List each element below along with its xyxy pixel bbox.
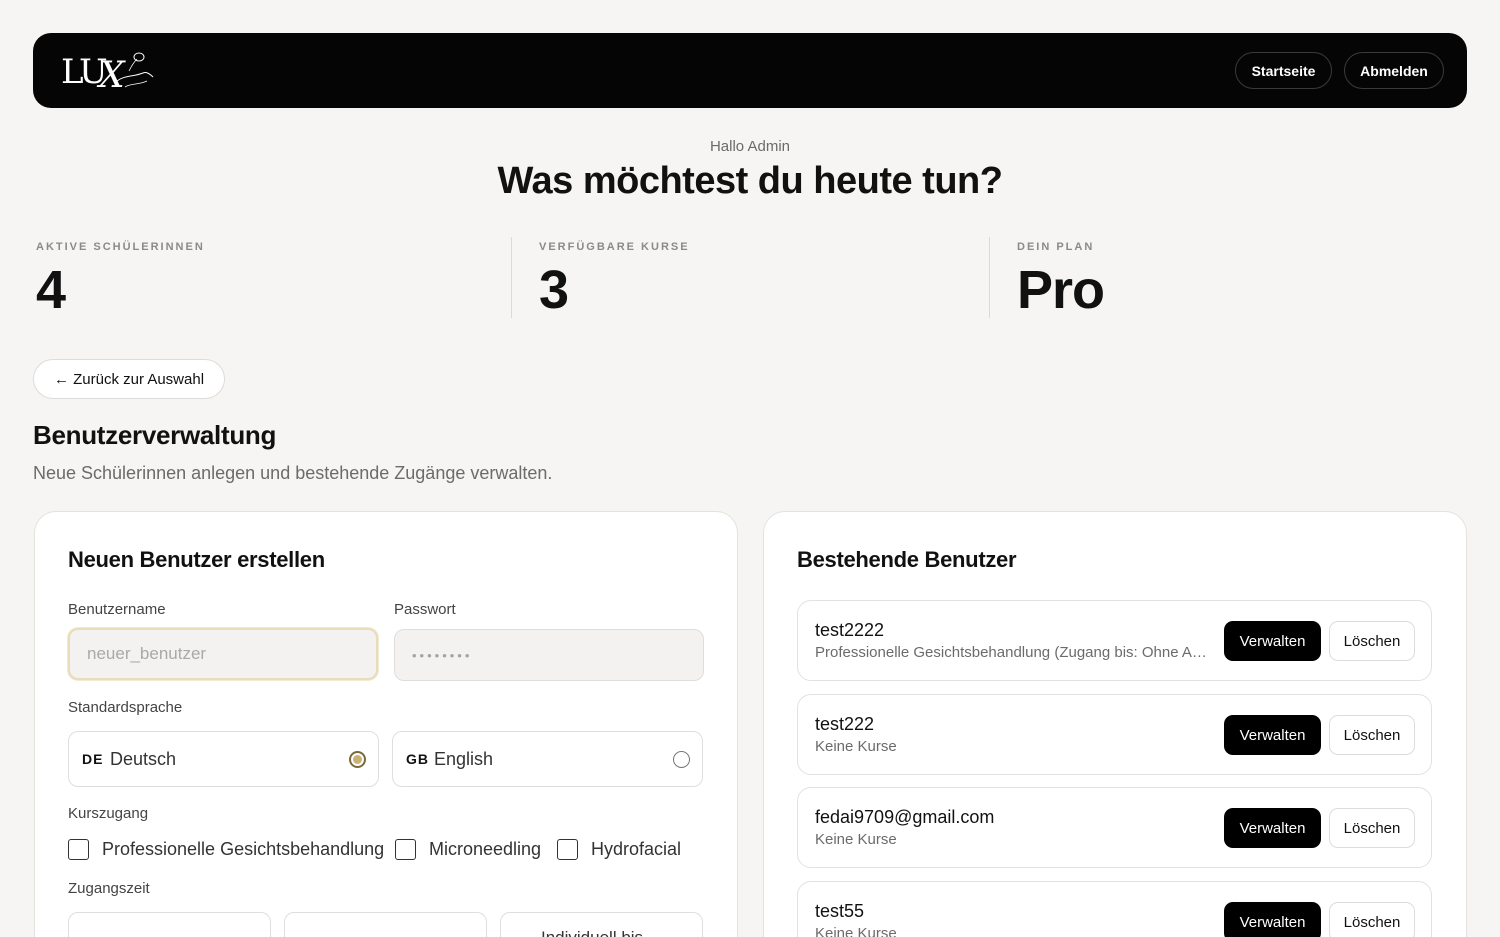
section-subtitle: Neue Schülerinnen anlegen und bestehende… xyxy=(33,463,553,483)
home-button[interactable]: Startseite xyxy=(1235,52,1332,89)
access-time-option-1[interactable] xyxy=(68,912,271,937)
existing-users-title: Bestehende Benutzer xyxy=(797,547,1017,572)
course-access-label: Kurszugang xyxy=(68,805,149,822)
manage-user-button[interactable]: Verwalten xyxy=(1224,715,1321,755)
stat-active-students: AKTIVE SCHÜLERINNEN 4 xyxy=(36,237,205,320)
user-courses: Keine Kurse xyxy=(815,925,897,937)
access-time-option-label: Individuell bis xyxy=(541,928,643,937)
language-label: Standardsprache xyxy=(68,699,183,716)
svg-text:X: X xyxy=(96,55,126,95)
user-name: test55 xyxy=(815,901,865,921)
radio-unselected-icon[interactable] xyxy=(673,751,690,768)
stat-divider xyxy=(989,237,990,318)
username-input[interactable]: neuer_benutzer xyxy=(68,628,378,680)
language-option-de[interactable]: DE Deutsch xyxy=(68,731,379,787)
access-time-option-2[interactable] xyxy=(284,912,487,937)
delete-user-button[interactable]: Löschen xyxy=(1329,621,1415,661)
password-label: Passwort xyxy=(394,601,456,618)
create-user-title: Neuen Benutzer erstellen xyxy=(68,547,325,572)
flag-gb-icon: GB xyxy=(406,751,429,767)
back-to-selection-button[interactable]: ← Zurück zur Auswahl xyxy=(33,359,225,399)
password-input[interactable]: •••••••• xyxy=(394,629,704,681)
user-courses: Keine Kurse xyxy=(815,738,897,755)
delete-user-button[interactable]: Löschen xyxy=(1329,808,1415,848)
section-title: Benutzerverwaltung xyxy=(33,420,277,450)
delete-user-button[interactable]: Löschen xyxy=(1329,902,1415,937)
access-time-option-custom[interactable]: Individuell bis xyxy=(500,912,703,937)
create-user-card xyxy=(34,511,738,937)
greeting-text: Hallo Admin xyxy=(709,138,791,155)
course-checkbox-hydrofacial[interactable]: Hydrofacial xyxy=(557,839,681,860)
page-headline: Was möchtest du heute tun? xyxy=(497,160,1003,202)
language-option-en[interactable]: GB English xyxy=(392,731,703,787)
username-label: Benutzername xyxy=(68,601,166,618)
lux-beauty-logo[interactable]: L U X xyxy=(59,47,159,96)
user-row: test55 Keine Kurse Verwalten Löschen xyxy=(797,881,1432,937)
user-name: test2222 xyxy=(815,620,885,640)
radio-selected-icon[interactable] xyxy=(349,751,366,768)
user-name: fedai9709@gmail.com xyxy=(815,807,995,827)
stat-value: Pro xyxy=(1017,260,1105,320)
user-name: test222 xyxy=(815,714,875,734)
manage-user-button[interactable]: Verwalten xyxy=(1224,808,1321,848)
course-checkbox-label: Hydrofacial xyxy=(591,839,682,859)
stat-value: 3 xyxy=(539,260,569,320)
language-option-label: English xyxy=(434,748,494,769)
course-checkbox-label: Professionelle Gesichtsbehandlung xyxy=(102,839,385,859)
user-courses: Professionelle Gesichtsbehandlung (Zugan… xyxy=(815,644,1207,661)
stat-divider xyxy=(511,237,512,318)
user-row: test222 Keine Kurse Verwalten Löschen xyxy=(797,694,1432,775)
stat-value: 4 xyxy=(36,260,66,320)
course-checkbox-facial[interactable]: Professionelle Gesichtsbehandlung xyxy=(68,839,384,860)
stat-plan: DEIN PLAN Pro xyxy=(1017,237,1105,320)
stat-label: DEIN PLAN xyxy=(1017,241,1095,253)
manage-user-button[interactable]: Verwalten xyxy=(1224,902,1321,937)
course-checkbox-label: Microneedling xyxy=(429,839,542,859)
flag-de-icon: DE xyxy=(82,751,104,767)
top-navigation-bar: L U X Startseite Abmelden xyxy=(33,33,1467,108)
course-checkbox-microneedling[interactable]: Microneedling xyxy=(395,839,541,860)
logout-button[interactable]: Abmelden xyxy=(1344,52,1444,89)
language-option-label: Deutsch xyxy=(110,748,177,769)
delete-user-button[interactable]: Löschen xyxy=(1329,715,1415,755)
access-time-label: Zugangszeit xyxy=(68,880,150,897)
manage-user-button[interactable]: Verwalten xyxy=(1224,621,1321,661)
user-row: fedai9709@gmail.com Keine Kurse Verwalte… xyxy=(797,787,1432,868)
checkbox-icon[interactable] xyxy=(68,839,89,860)
checkbox-icon[interactable] xyxy=(395,839,416,860)
stat-available-courses: VERFÜGBARE KURSE 3 xyxy=(539,237,690,320)
stat-label: VERFÜGBARE KURSE xyxy=(539,241,690,253)
user-row: test2222 Professionelle Gesichtsbehandlu… xyxy=(797,600,1432,681)
user-courses: Keine Kurse xyxy=(815,831,897,848)
stat-label: AKTIVE SCHÜLERINNEN xyxy=(36,241,205,253)
checkbox-icon[interactable] xyxy=(557,839,578,860)
